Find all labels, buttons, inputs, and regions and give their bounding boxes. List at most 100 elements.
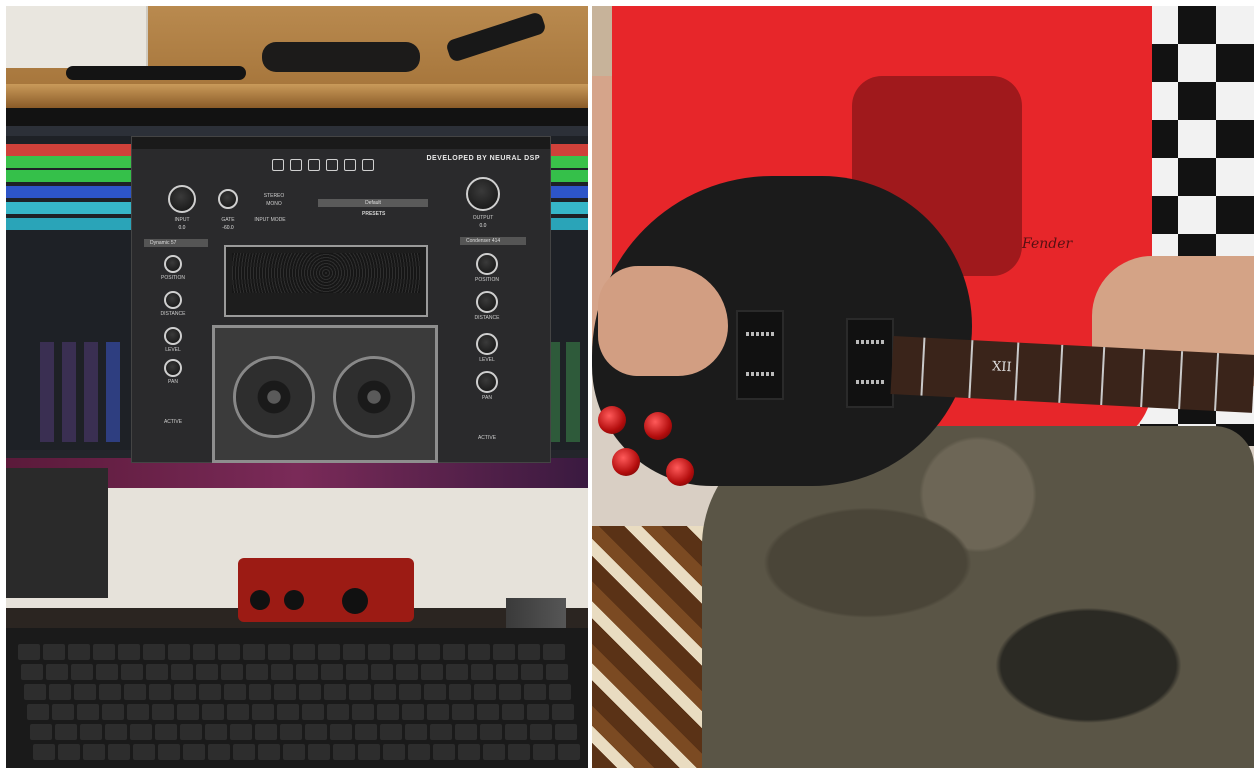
- keyboard-key: [552, 704, 574, 720]
- keyboard-key: [102, 704, 124, 720]
- keyboard-key: [402, 704, 424, 720]
- monitor-knob: [342, 588, 368, 614]
- presets-label: PRESETS: [362, 211, 386, 217]
- fret: [920, 337, 926, 396]
- keyboard-key: [418, 644, 440, 660]
- keyboard-key: [308, 744, 330, 760]
- plugin-module-icons: [272, 159, 374, 171]
- keyboard-key: [358, 744, 380, 760]
- keyboard-key: [205, 724, 227, 740]
- keyboard-key: [27, 704, 49, 720]
- keyboard-key: [452, 704, 474, 720]
- gain-knob: [250, 590, 270, 610]
- keyboard-key: [474, 684, 496, 700]
- left-distance-label: DISTANCE: [160, 311, 186, 317]
- volume-knob: [598, 406, 626, 434]
- shelf-board: [6, 84, 588, 108]
- keyboard-key: [333, 744, 355, 760]
- keyboard-key: [433, 744, 455, 760]
- plugin-titlebar: [132, 137, 550, 149]
- keyboard-key: [146, 664, 168, 680]
- tone-knob: [666, 458, 694, 486]
- keyboard-key: [183, 744, 205, 760]
- keyboard-key: [371, 664, 393, 680]
- keyboard-key: [546, 664, 568, 680]
- keyboard-key: [499, 684, 521, 700]
- keyboard-key: [302, 704, 324, 720]
- keyboard-key: [380, 724, 402, 740]
- keyboard-key: [133, 744, 155, 760]
- keyboard-key: [168, 644, 190, 660]
- keyboard-key: [527, 704, 549, 720]
- keyboard-key: [446, 664, 468, 680]
- input-value: 0.0: [178, 225, 186, 231]
- keyboard-key: [74, 684, 96, 700]
- keyboard-key: [43, 644, 65, 660]
- guitar-player-photo: Fender XII: [592, 6, 1254, 768]
- keyboard-key: [296, 664, 318, 680]
- plugin-credit: DEVELOPED BY NEURAL DSP: [426, 155, 540, 162]
- keyboard-key: [471, 664, 493, 680]
- keyboard-key: [521, 664, 543, 680]
- preset-name: Default: [365, 200, 381, 206]
- right-active-label: ACTIVE: [477, 435, 497, 441]
- keyboard-key: [80, 724, 102, 740]
- keyboard-key: [30, 724, 52, 740]
- keyboard-key: [421, 664, 443, 680]
- output-value: 0.0: [479, 223, 487, 229]
- left-distance-knob: [164, 291, 182, 309]
- keyboard-key: [505, 724, 527, 740]
- neck-pickup: [736, 310, 784, 400]
- keyboard-key: [249, 684, 271, 700]
- module-icon: [362, 159, 374, 171]
- keyboard-key: [493, 644, 515, 660]
- keyboard-key: [330, 724, 352, 740]
- input-label: INPUT: [174, 217, 190, 223]
- keyboard-key: [224, 684, 246, 700]
- right-position-knob: [476, 253, 498, 275]
- right-position-label: POSITION: [475, 277, 499, 283]
- gate-value: -60.0: [222, 225, 234, 231]
- keyboard-key: [533, 744, 555, 760]
- keyboard-key: [549, 684, 571, 700]
- mixer-channel: [62, 342, 76, 442]
- keyboard-key: [477, 704, 499, 720]
- keyboard-key: [408, 744, 430, 760]
- keyboard-key: [483, 744, 505, 760]
- keyboard-key: [55, 724, 77, 740]
- shirt-logo: Fender: [1022, 236, 1073, 252]
- keyboard-key: [443, 644, 465, 660]
- module-icon: [344, 159, 356, 171]
- fret: [1140, 349, 1146, 408]
- audio-interface: [238, 558, 414, 622]
- input-knob: [168, 185, 196, 213]
- keyboard-key: [346, 664, 368, 680]
- pickup-poles: [856, 340, 884, 344]
- module-icon: [308, 159, 320, 171]
- keyboard-key: [18, 644, 40, 660]
- keyboard-key: [449, 684, 471, 700]
- shelf-cable: [66, 66, 246, 80]
- mixer-channel: [106, 342, 120, 442]
- input-mode-stereo: STEREO: [263, 193, 285, 199]
- preset-selector: Default: [318, 199, 428, 207]
- keyboard-key: [49, 684, 71, 700]
- output-label: OUTPUT: [472, 215, 494, 221]
- keyboard-key: [496, 664, 518, 680]
- amp-head-graphic: [224, 245, 428, 317]
- right-distance-label: DISTANCE: [474, 315, 500, 321]
- keyboard-key: [399, 684, 421, 700]
- right-pan-knob: [476, 371, 498, 393]
- keyboard-key: [93, 644, 115, 660]
- input-mode-label: INPUT MODE: [254, 217, 286, 223]
- keyboard-key: [52, 704, 74, 720]
- left-level-label: LEVEL: [165, 347, 181, 353]
- fret: [968, 340, 974, 399]
- fret: [1100, 347, 1106, 406]
- keyboard-key: [171, 664, 193, 680]
- amp-grill: [232, 253, 420, 293]
- keyboard-key: [202, 704, 224, 720]
- module-icon: [326, 159, 338, 171]
- keyboard-key: [118, 644, 140, 660]
- speaker-cabinet-graphic: [212, 325, 438, 463]
